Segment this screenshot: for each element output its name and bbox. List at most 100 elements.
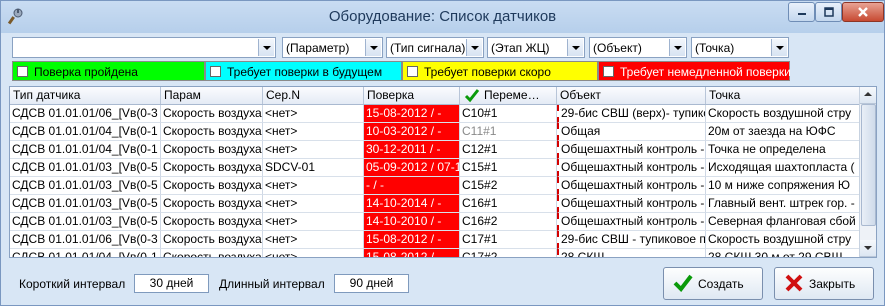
vertical-scrollbar[interactable]: [859, 87, 876, 257]
chevron-down-icon[interactable]: [365, 39, 381, 56]
cell-verification: 10-03-2012 / -: [364, 123, 460, 141]
title-bar: Оборудование: Список датчиков: [1, 1, 884, 33]
cell-verification: 14-10-2010 / -: [364, 213, 460, 231]
cell-verification: 15-08-2012 / -: [364, 231, 460, 249]
cell-verification: 14-10-2014 / -: [364, 195, 460, 213]
window-title: Оборудование: Список датчиков: [328, 8, 557, 25]
cell-point: Скорость воздушной стру: [706, 105, 860, 123]
cell-object: Общешахтный контроль -: [557, 213, 706, 231]
cell-param: Скорость воздуха: [161, 141, 263, 159]
cell-serial: <нет>: [263, 231, 364, 249]
chevron-down-icon[interactable]: [258, 39, 274, 56]
cell-param: Скорость воздуха: [161, 159, 263, 177]
point-filter-value: (Точка): [695, 41, 735, 55]
legend-soon-label: Требует поверки скоро: [424, 65, 551, 79]
object-filter-value: (Объект): [593, 41, 642, 55]
cell-serial: <нет>: [263, 195, 364, 213]
param-filter[interactable]: (Параметр): [282, 37, 383, 58]
cell-sensor-type: СДСВ 01.01.01/06_[Vв(0-3: [10, 105, 161, 123]
legend-passed[interactable]: Поверка пройдена: [12, 61, 205, 81]
minimize-icon: [797, 13, 806, 15]
legend-soon[interactable]: Требует поверки скоро: [402, 61, 598, 81]
cell-object: Общешахтный контроль -: [557, 177, 706, 195]
cell-param: Скорость воздуха: [161, 177, 263, 195]
scroll-thumb[interactable]: [861, 104, 876, 226]
legend-immediate-checkbox[interactable]: [603, 66, 614, 77]
close-button-label: Закрыть: [809, 277, 856, 291]
cell-object: 29-бис СВШ (верх)- тупико: [557, 105, 706, 123]
close-window-button[interactable]: [842, 2, 884, 22]
table-row[interactable]: СДСВ 01.01.01/03_[Vв(0-5 Скорость воздуха…: [10, 195, 860, 213]
cell-object: 28 СКШ: [557, 249, 706, 257]
sensor-type-filter[interactable]: [12, 37, 276, 58]
legend-future-label: Требует поверки в будущем: [227, 65, 383, 79]
cell-move: C15#1: [460, 159, 557, 177]
cell-sensor-type: СДСВ 01.01.01/06_[Vв(0-3: [10, 231, 161, 249]
table-row[interactable]: СДСВ 01.01.01/04_[Vв(0-1 Скорость воздуха…: [10, 249, 860, 257]
signal-type-filter[interactable]: (Тип сигнала): [386, 37, 484, 58]
legend-future-checkbox[interactable]: [210, 66, 221, 77]
cell-verification: - / -: [364, 177, 460, 195]
cell-point: Исходящая шахтопласта (: [706, 159, 860, 177]
cell-serial: <нет>: [263, 249, 364, 257]
legend-immediate[interactable]: Требует немедленной поверки: [598, 61, 791, 81]
stage-filter[interactable]: (Этап ЖЦ): [487, 37, 585, 58]
column-header-point[interactable]: Точка: [706, 87, 860, 104]
chevron-down-icon[interactable]: [466, 39, 482, 56]
short-interval-field[interactable]: 30 дней: [134, 274, 209, 293]
cell-point: Скорость воздушной стру: [706, 231, 860, 249]
long-interval-label: Длинный интервал: [219, 277, 325, 291]
object-filter[interactable]: (Объект): [589, 37, 687, 58]
table-row[interactable]: СДСВ 01.01.01/06_[Vв(0-3 Скорость воздуха…: [10, 231, 860, 249]
scroll-down-icon[interactable]: [860, 240, 876, 257]
column-header-move[interactable]: Переме…: [460, 87, 557, 104]
param-filter-value: (Параметр): [286, 41, 350, 55]
table-row[interactable]: СДСВ 01.01.01/06_[Vв(0-3 Скорость воздуха…: [10, 105, 860, 123]
cell-sensor-type: СДСВ 01.01.01/04_[Vв(0-1: [10, 141, 161, 159]
legend-future[interactable]: Требует поверки в будущем: [205, 61, 402, 81]
long-interval-field[interactable]: 90 дней: [334, 274, 409, 293]
legend-passed-checkbox[interactable]: [17, 66, 28, 77]
table-row[interactable]: СДСВ 01.01.01/04_[Vв(0-1 Скорость воздуха…: [10, 141, 860, 159]
checkmark-icon: [673, 274, 693, 292]
point-filter[interactable]: (Точка): [691, 37, 789, 58]
cell-move: C10#1: [460, 105, 557, 123]
cell-verification: 15-08-2012 / -: [364, 249, 460, 257]
maximize-icon: [823, 7, 834, 17]
cell-point: 10 м ниже сопряжения Ю: [706, 177, 860, 195]
filter-panel: (Параметр) (Тип сигнала) (Этап ЖЦ) (Объе…: [9, 34, 877, 86]
cell-serial: <нет>: [263, 123, 364, 141]
cell-move: C16#1: [460, 195, 557, 213]
cell-point: Северная фланговая сбой: [706, 213, 860, 231]
column-header-object[interactable]: Объект: [557, 87, 706, 104]
scroll-up-icon[interactable]: [860, 87, 876, 104]
cell-param: Скорость воздуха: [161, 231, 263, 249]
cell-serial: <нет>: [263, 213, 364, 231]
table-row[interactable]: СДСВ 01.01.01/03_[Vв(0-5 Скорость воздуха…: [10, 213, 860, 231]
column-header-param[interactable]: Парам: [161, 87, 263, 104]
cell-param: Скорость воздуха: [161, 195, 263, 213]
chevron-down-icon[interactable]: [771, 39, 787, 56]
cell-object: Общая: [557, 123, 706, 141]
chevron-down-icon[interactable]: [669, 39, 685, 56]
create-button[interactable]: Создать: [663, 267, 763, 300]
table-row[interactable]: СДСВ 01.01.01/03_[Vв(0-5 Скорость воздуха…: [10, 159, 860, 177]
cell-move: C12#1: [460, 141, 557, 159]
column-header-sensor-type[interactable]: Тип датчика: [10, 87, 161, 104]
legend-soon-checkbox[interactable]: [407, 66, 418, 77]
close-icon: [785, 274, 803, 292]
maximize-button[interactable]: [815, 2, 842, 22]
column-header-serial[interactable]: Сер.N: [263, 87, 364, 104]
cell-move: C16#2: [460, 213, 557, 231]
cell-sensor-type: СДСВ 01.01.01/03_[Vв(0-5: [10, 213, 161, 231]
checkmark-icon: [464, 89, 480, 103]
cell-object: Общешахтный контроль -: [557, 141, 706, 159]
table-row[interactable]: СДСВ 01.01.01/04_[Vв(0-1 Скорость воздуха…: [10, 123, 860, 141]
close-button[interactable]: Закрыть: [774, 267, 874, 300]
cell-object: Общешахтный контроль -: [557, 195, 706, 213]
table-row[interactable]: СДСВ 01.01.01/03_[Vв(0-5 Скорость воздуха…: [10, 177, 860, 195]
chevron-down-icon[interactable]: [567, 39, 583, 56]
column-header-verification[interactable]: Поверка: [364, 87, 460, 104]
cell-serial: <нет>: [263, 177, 364, 195]
minimize-button[interactable]: [788, 2, 815, 22]
